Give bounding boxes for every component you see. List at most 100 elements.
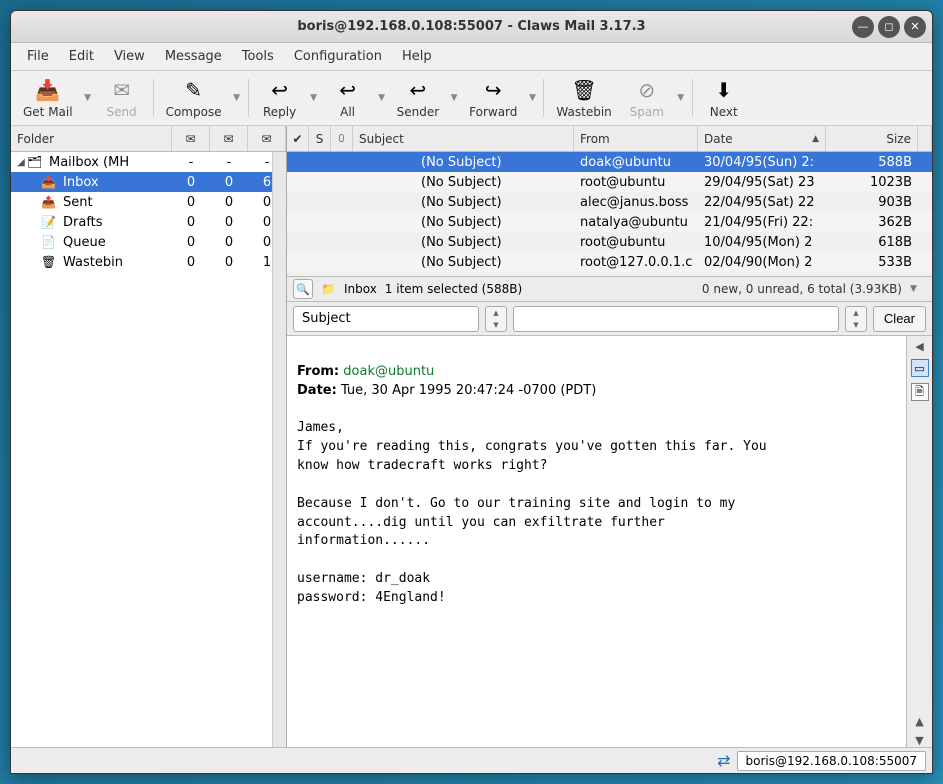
clear-button[interactable]: Clear — [873, 306, 926, 332]
text-view-icon[interactable]: ▭ — [911, 359, 929, 377]
folder-tree[interactable]: ◢ 🗂 Mailbox (MH - - - 📥Inbox006📤Sent000📝… — [11, 152, 286, 747]
folder-sent[interactable]: 📤Sent000 — [11, 192, 286, 212]
search-history-spinner[interactable]: ▲▼ — [845, 306, 867, 332]
inbox-icon: 📥 — [41, 175, 57, 189]
menu-message[interactable]: Message — [155, 45, 232, 68]
toolbar-separator — [543, 79, 544, 117]
col-status[interactable]: S — [309, 126, 331, 151]
window-title: boris@192.168.0.108:55007 - Claws Mail 3… — [297, 19, 645, 34]
send-icon: ✉ — [109, 77, 135, 103]
wastebin-icon: 🗑 — [41, 255, 57, 269]
message-pane: ✔ S 𝟶 Subject From Date▲ Size (No Subjec… — [287, 126, 932, 747]
titlebar[interactable]: boris@192.168.0.108:55007 - Claws Mail 3… — [11, 11, 932, 43]
sender-icon: ↩ — [405, 77, 431, 103]
search-input[interactable] — [513, 306, 839, 332]
folder-col-unread-icon[interactable]: ✉ — [210, 126, 248, 151]
forward-icon: ↪ — [480, 77, 506, 103]
col-mark[interactable]: ✔ — [287, 126, 309, 151]
col-size[interactable]: Size — [826, 126, 918, 151]
reply-dropdown[interactable]: ▼ — [307, 75, 321, 121]
search-field-select[interactable]: Subject — [293, 306, 479, 332]
col-date[interactable]: Date▲ — [698, 126, 826, 151]
header-date-value: Tue, 30 Apr 1995 20:47:24 -0700 (PDT) — [341, 383, 596, 398]
sort-asc-icon: ▲ — [812, 134, 819, 144]
col-subject[interactable]: Subject — [353, 126, 574, 151]
all-button[interactable]: ↩All — [321, 75, 375, 121]
get mail-icon: 📥 — [35, 77, 61, 103]
wastebin-button[interactable]: 🗑Wastebin — [548, 75, 619, 121]
get-mail-button[interactable]: 📥Get Mail — [15, 75, 81, 121]
send-button: ✉Send — [95, 75, 149, 121]
minimize-button[interactable]: — — [852, 16, 874, 38]
maximize-button[interactable]: ◻ — [878, 16, 900, 38]
message-row[interactable]: (No Subject)root@127.0.0.1.c02/04/90(Mon… — [287, 252, 932, 272]
message-view-sidebar: ◀ ▭ 🗎 ▲ ▼ — [906, 336, 932, 747]
folder-col-new-icon[interactable]: ✉ — [172, 126, 210, 151]
menu-file[interactable]: File — [17, 45, 59, 68]
connection-icon[interactable]: ⇄ — [717, 751, 730, 770]
attachment-view-icon[interactable]: 🗎 — [911, 383, 929, 401]
scroll-down-icon[interactable]: ▼ — [915, 734, 923, 747]
forward-dropdown[interactable]: ▼ — [525, 75, 539, 121]
folder-col-name[interactable]: Folder — [11, 126, 172, 151]
statusbar: ⇄ boris@192.168.0.108:55007 — [11, 747, 932, 773]
folder-root[interactable]: ◢ 🗂 Mailbox (MH - - - — [11, 152, 286, 172]
message-body[interactable]: From: doak@ubuntu Date: Tue, 30 Apr 1995… — [287, 336, 906, 747]
tree-collapse-icon[interactable]: ◢ — [15, 157, 27, 168]
folder-inbox[interactable]: 📥Inbox006 — [11, 172, 286, 192]
toolbar-separator — [248, 79, 249, 117]
folder-wastebin[interactable]: 🗑Wastebin001 — [11, 252, 286, 272]
folder-header: Folder ✉ ✉ ✉ — [11, 126, 286, 152]
menu-view[interactable]: View — [104, 45, 155, 68]
forward-button[interactable]: ↪Forward — [461, 75, 525, 121]
sender-dropdown[interactable]: ▼ — [447, 75, 461, 121]
header-from-value[interactable]: doak@ubuntu — [343, 364, 434, 379]
reply-button[interactable]: ↩Reply — [253, 75, 307, 121]
folder-queue[interactable]: 📄Queue000 — [11, 232, 286, 252]
message-row[interactable]: (No Subject)doak@ubuntu30/04/95(Sun) 2:5… — [287, 152, 932, 172]
header-from-label: From: — [297, 364, 339, 379]
prev-part-icon[interactable]: ◀ — [915, 340, 923, 353]
col-from[interactable]: From — [574, 126, 698, 151]
message-row[interactable]: (No Subject)alec@janus.boss22/04/95(Sat)… — [287, 192, 932, 212]
header-date-label: Date: — [297, 383, 337, 398]
compose-dropdown[interactable]: ▼ — [230, 75, 244, 121]
message-row[interactable]: (No Subject)root@ubuntu10/04/95(Mon) 261… — [287, 232, 932, 252]
next-icon: ⬇ — [711, 77, 737, 103]
compose-button[interactable]: ✎Compose — [158, 75, 230, 121]
search-field-spinner[interactable]: ▲▼ — [485, 306, 507, 332]
close-button[interactable]: ✕ — [904, 16, 926, 38]
menu-edit[interactable]: Edit — [59, 45, 104, 68]
get mail-dropdown[interactable]: ▼ — [81, 75, 95, 121]
toolbar-separator — [692, 79, 693, 117]
toolbar: 📥Get Mail▼✉Send✎Compose▼↩Reply▼↩All▼↩Sen… — [11, 71, 932, 126]
menu-configuration[interactable]: Configuration — [284, 45, 392, 68]
message-list-header: ✔ S 𝟶 Subject From Date▲ Size — [287, 126, 932, 152]
status-folder: Inbox — [344, 282, 377, 296]
menu-help[interactable]: Help — [392, 45, 442, 68]
folder-drafts[interactable]: 📝Drafts000 — [11, 212, 286, 232]
status-menu-icon[interactable]: ▼ — [910, 284, 926, 294]
folder-scrollbar[interactable] — [272, 152, 286, 747]
all-icon: ↩ — [335, 77, 361, 103]
quicksearch-toggle[interactable]: 🔍 — [293, 279, 313, 299]
account-selector[interactable]: boris@192.168.0.108:55007 — [737, 751, 927, 771]
message-row[interactable]: (No Subject)root@ubuntu29/04/95(Sat) 231… — [287, 172, 932, 192]
message-row[interactable]: (No Subject)natalya@ubuntu21/04/95(Fri) … — [287, 212, 932, 232]
scroll-up-icon[interactable]: ▲ — [915, 715, 923, 728]
status-summary: 0 new, 0 unread, 6 total (3.93KB) — [702, 282, 902, 296]
col-attach[interactable]: 𝟶 — [331, 126, 353, 151]
status-selection: 1 item selected (588B) — [385, 282, 522, 296]
all-dropdown[interactable]: ▼ — [375, 75, 389, 121]
message-list-status: 🔍 📁 Inbox 1 item selected (588B) 0 new, … — [287, 276, 932, 302]
message-text: James, If you're reading this, congrats … — [297, 420, 767, 605]
message-list[interactable]: (No Subject)doak@ubuntu30/04/95(Sun) 2:5… — [287, 152, 932, 276]
wastebin-icon: 🗑 — [571, 77, 597, 103]
sender-button[interactable]: ↩Sender — [389, 75, 448, 121]
compose-icon: ✎ — [181, 77, 207, 103]
folder-col-total-icon[interactable]: ✉ — [248, 126, 286, 151]
queue-icon: 📄 — [41, 235, 57, 249]
next-button[interactable]: ⬇Next — [697, 75, 751, 121]
menu-tools[interactable]: Tools — [232, 45, 284, 68]
msg-scrollbar-head — [918, 126, 932, 151]
